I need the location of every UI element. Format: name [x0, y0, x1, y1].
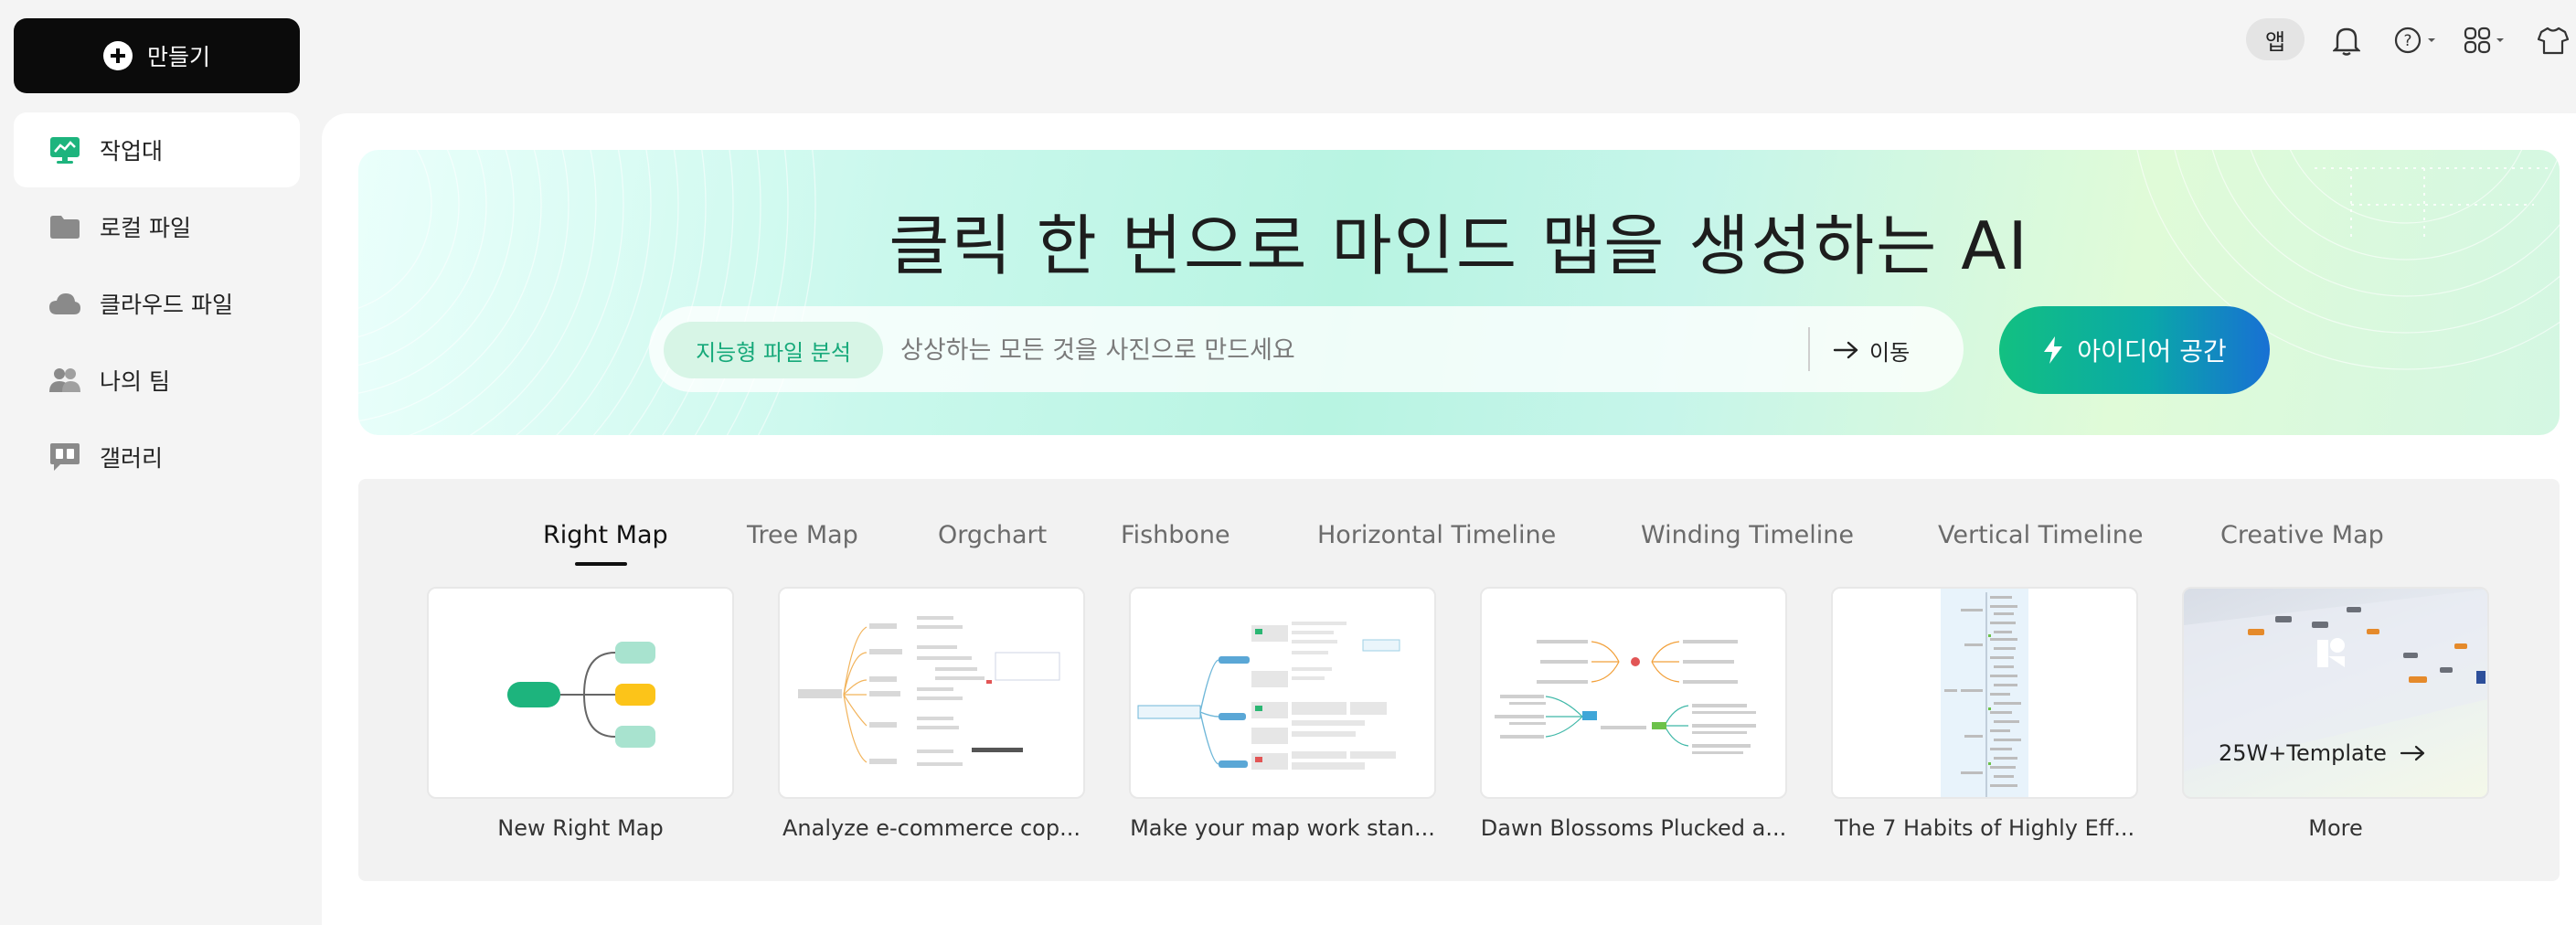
svg-text:?: ? [2403, 32, 2411, 50]
arrow-right-icon [2400, 745, 2424, 761]
app-button[interactable]: 앱 [2246, 18, 2305, 60]
sidebar-item-gallery[interactable]: 갤러리 [14, 420, 300, 494]
tab-right-map[interactable]: Right Map [543, 521, 668, 549]
chevron-down-icon [2428, 38, 2435, 42]
tab-vertical-timeline[interactable]: Vertical Timeline [1938, 521, 2143, 549]
template-collage-preview [2184, 589, 2487, 771]
apps-grid-icon[interactable] [2464, 22, 2506, 58]
more-card-overlay-label: 25W+Template [2219, 740, 2387, 766]
template-card-new-right-map[interactable] [427, 587, 734, 799]
right-map-preview [507, 642, 655, 748]
tab-winding-timeline[interactable]: Winding Timeline [1641, 521, 1854, 549]
template-card-dawn-blossoms[interactable] [1480, 587, 1787, 799]
sidebar-item-label: 나의 팀 [100, 368, 170, 395]
help-icon[interactable]: ? [2393, 22, 2437, 58]
template-card-make-your-map[interactable] [1129, 587, 1436, 799]
template-card-label: Analyze e-commerce cop... [782, 815, 1080, 841]
chevron-down-icon [2496, 38, 2504, 42]
template-card-label: Dawn Blossoms Plucked a... [1480, 815, 1787, 841]
sidebar-item-local-files[interactable]: 로컬 파일 [14, 189, 300, 264]
divider [1808, 327, 1810, 371]
sidebar-item-cloud-files[interactable]: 클라우드 파일 [14, 266, 300, 341]
sidebar-item-label: 클라우드 파일 [100, 292, 233, 318]
active-tab-indicator [575, 562, 627, 566]
team-icon [48, 364, 81, 397]
plus-circle-icon [102, 41, 133, 70]
shirt-icon[interactable] [2538, 22, 2569, 58]
idea-space-button[interactable]: 아이디어 공간 [1999, 306, 2270, 394]
sidebar-item-label: 갤러리 [100, 445, 164, 472]
go-button-label: 이동 [1869, 339, 1911, 366]
file-analysis-chip[interactable]: 지능형 파일 분석 [664, 322, 883, 378]
workbench-icon [48, 133, 81, 166]
folder-icon [48, 210, 81, 243]
gallery-icon [48, 441, 81, 473]
tab-tree-map[interactable]: Tree Map [747, 521, 858, 549]
template-card-label: More [2308, 815, 2363, 841]
template-card-7-habits[interactable] [1831, 587, 2138, 799]
template-card-ecommerce[interactable] [778, 587, 1085, 799]
tab-fishbone[interactable]: Fishbone [1121, 521, 1230, 549]
template-card-label: Make your map work stan... [1130, 815, 1435, 841]
tab-orgchart[interactable]: Orgchart [938, 521, 1047, 549]
mindmap-thumbnail [798, 616, 1060, 766]
ai-prompt-input[interactable] [900, 324, 1805, 376]
arrow-right-icon [1833, 341, 1858, 359]
cloud-icon [48, 287, 81, 320]
create-button[interactable]: 만들기 [14, 18, 300, 93]
tab-horizontal-timeline[interactable]: Horizontal Timeline [1317, 521, 1556, 549]
create-button-label: 만들기 [146, 44, 210, 70]
template-card-label: New Right Map [497, 815, 664, 841]
go-button[interactable]: 이동 [1833, 324, 1943, 376]
chip-label: 지능형 파일 분석 [696, 339, 851, 366]
sidebar-item-workbench[interactable]: 작업대 [14, 112, 300, 187]
idea-space-label: 아이디어 공간 [2077, 336, 2227, 367]
mindmap-thumbnail [1495, 640, 1756, 754]
tab-creative-map[interactable]: Creative Map [2220, 521, 2384, 549]
mindmap-thumbnail [1137, 622, 1400, 770]
banner-title: 클릭 한 번으로 마인드 맵을 생성하는 AI [889, 207, 2029, 284]
lightning-icon [2044, 336, 2063, 364]
bell-icon[interactable] [2333, 22, 2360, 58]
app-button-label: 앱 [2264, 28, 2286, 55]
sidebar-item-label: 작업대 [100, 138, 164, 165]
sidebar-item-my-team[interactable]: 나의 팀 [14, 343, 300, 418]
template-card-label: The 7 Habits of Highly Eff... [1834, 815, 2135, 841]
sidebar-item-label: 로컬 파일 [100, 215, 191, 241]
timeline-thumbnail [1941, 589, 2028, 797]
template-card-more[interactable]: 25W+Template [2182, 587, 2489, 799]
